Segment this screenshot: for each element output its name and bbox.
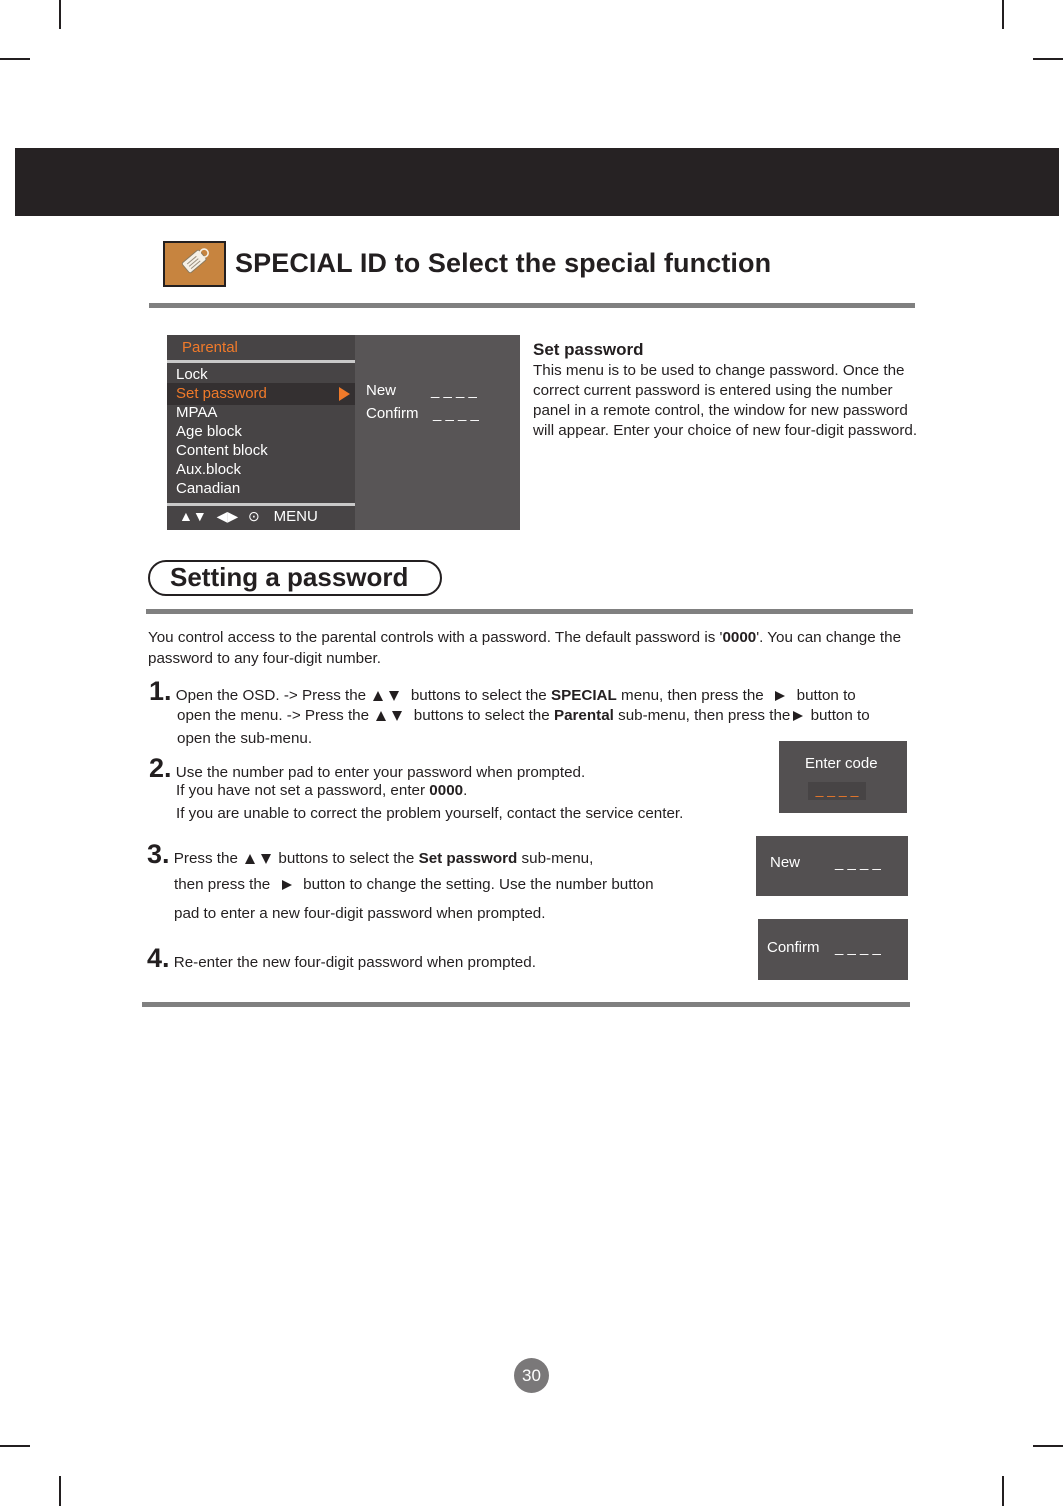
osd-divider xyxy=(167,360,355,363)
up-arrow-icon xyxy=(373,690,384,701)
step-number: 1. xyxy=(149,676,172,706)
step-3-line-2: then press the button to change the sett… xyxy=(174,876,654,893)
description-heading: Set password xyxy=(533,340,644,359)
osd-menu-item-mpaa[interactable]: MPAA xyxy=(176,403,217,422)
confirm-field[interactable]: _ _ _ _ xyxy=(835,939,881,956)
intro-pre: You control access to the parental contr… xyxy=(148,629,723,646)
crop-mark xyxy=(59,1476,61,1506)
step-bold: 0000 xyxy=(429,782,464,799)
osd-menu-item-content-block[interactable]: Content block xyxy=(176,441,268,460)
step-number: 3. xyxy=(147,839,170,869)
osd-new-label: New xyxy=(366,382,397,399)
step-bold: SPECIAL xyxy=(550,687,617,704)
crop-mark xyxy=(1002,0,1004,29)
osd-menu-item-aux-block[interactable]: Aux.block xyxy=(176,460,241,479)
section-title: Setting a password xyxy=(170,562,409,592)
step-text: sub-menu, then press the xyxy=(618,707,791,724)
crop-mark xyxy=(1002,1476,1004,1506)
osd-menu-item-set-password[interactable]: Set password xyxy=(176,384,267,403)
crop-mark xyxy=(1033,58,1063,60)
header-band xyxy=(15,148,1059,216)
step-text: Use the number pad to enter your passwor… xyxy=(175,764,586,781)
crop-mark xyxy=(1033,1445,1063,1447)
down-arrow-icon xyxy=(389,690,400,701)
step-number: 2. xyxy=(149,753,172,783)
step-text: If you have not set a password, enter xyxy=(176,782,426,799)
osd-menu-panel: Parental Lock Set password MPAA Age bloc… xyxy=(167,335,355,530)
osd-footer: ▲▼ ◀▶ ⊙ MENU xyxy=(179,508,324,525)
crop-mark xyxy=(0,58,30,60)
step-1-line-3: open the sub-menu. xyxy=(177,730,313,747)
play-arrow-icon xyxy=(339,387,350,401)
step-2-line-2: If you have not set a password, enter 00… xyxy=(176,782,467,799)
osd-menu-label: MENU xyxy=(273,508,318,525)
right-arrow-icon xyxy=(281,879,292,890)
up-arrow-icon xyxy=(245,853,256,864)
step-text: Press the xyxy=(173,850,238,867)
step-text: buttons to select the xyxy=(278,850,415,867)
intro-text: You control access to the parental contr… xyxy=(148,627,918,669)
step-bold: Parental xyxy=(553,707,614,724)
step-text: button to change the setting. Use the nu… xyxy=(303,876,654,893)
osd-new-value[interactable]: _ _ _ _ xyxy=(431,382,477,399)
tag-icon xyxy=(163,241,226,287)
confirm-label: Confirm xyxy=(767,939,820,956)
right-arrow-icon xyxy=(793,710,804,721)
step-1: 1. Open the OSD. -> Press the buttons to… xyxy=(149,676,856,707)
enter-code-label: Enter code xyxy=(805,755,878,772)
osd-confirm-value[interactable]: _ _ _ _ xyxy=(433,405,479,422)
ok-icon: ⊙ xyxy=(248,508,260,524)
osd-menu-item-lock[interactable]: Lock xyxy=(176,365,208,384)
step-2: 2. Use the number pad to enter your pass… xyxy=(149,753,585,784)
left-right-icon: ◀▶ xyxy=(216,508,239,524)
section-divider xyxy=(142,1002,910,1007)
new-password-window: New _ _ _ _ xyxy=(756,836,908,896)
enter-code-field[interactable]: _ _ _ _ xyxy=(808,782,866,800)
new-field[interactable]: _ _ _ _ xyxy=(835,854,881,871)
step-bold: Set password xyxy=(418,850,518,867)
step-text: button to xyxy=(810,707,870,724)
page-title: SPECIAL ID to Select the special functio… xyxy=(235,248,772,278)
osd-menu-title: Parental xyxy=(182,339,238,356)
osd-menu-item-canadian[interactable]: Canadian xyxy=(176,479,240,498)
step-text: Re-enter the new four-digit password whe… xyxy=(173,954,536,971)
right-arrow-icon xyxy=(775,690,786,701)
osd-submenu-panel: New _ _ _ _ Confirm _ _ _ _ xyxy=(355,335,520,530)
step-text: . xyxy=(463,782,468,799)
step-text: button to xyxy=(796,687,856,704)
crop-mark xyxy=(0,1445,30,1447)
up-arrow-icon xyxy=(376,710,387,721)
step-4: 4. Re-enter the new four-digit password … xyxy=(147,943,536,974)
osd-divider xyxy=(167,503,355,506)
osd-confirm-label: Confirm xyxy=(366,405,419,422)
step-text: sub-menu, xyxy=(521,850,594,867)
section-divider xyxy=(149,303,915,308)
down-arrow-icon xyxy=(392,710,403,721)
section-divider xyxy=(146,609,913,614)
step-text: buttons to select the xyxy=(410,687,547,704)
step-3-line-3: pad to enter a new four-digit password w… xyxy=(174,905,546,922)
step-2-line-3: If you are unable to correct the problem… xyxy=(176,805,684,822)
step-text: then press the xyxy=(174,876,271,893)
step-text: Open the OSD. -> Press the xyxy=(175,687,367,704)
confirm-password-window: Confirm _ _ _ _ xyxy=(758,919,908,980)
step-text: open the menu. -> Press the xyxy=(177,707,370,724)
crop-mark xyxy=(59,0,61,29)
default-password: 0000 xyxy=(722,629,757,646)
description-body: This menu is to be used to change passwo… xyxy=(533,362,918,439)
step-1-line-2: open the menu. -> Press the buttons to s… xyxy=(177,707,870,724)
down-arrow-icon xyxy=(261,853,272,864)
page-number: 30 xyxy=(514,1358,549,1393)
step-number: 4. xyxy=(147,943,170,973)
step-3: 3. Press the buttons to select the Set p… xyxy=(147,839,593,870)
osd-menu-item-age-block[interactable]: Age block xyxy=(176,422,242,441)
step-text: buttons to select the xyxy=(413,707,550,724)
step-text: menu, then press the xyxy=(621,687,764,704)
enter-code-window: Enter code xyxy=(779,741,907,813)
new-label: New xyxy=(770,854,801,871)
up-down-icon: ▲▼ xyxy=(179,508,207,524)
